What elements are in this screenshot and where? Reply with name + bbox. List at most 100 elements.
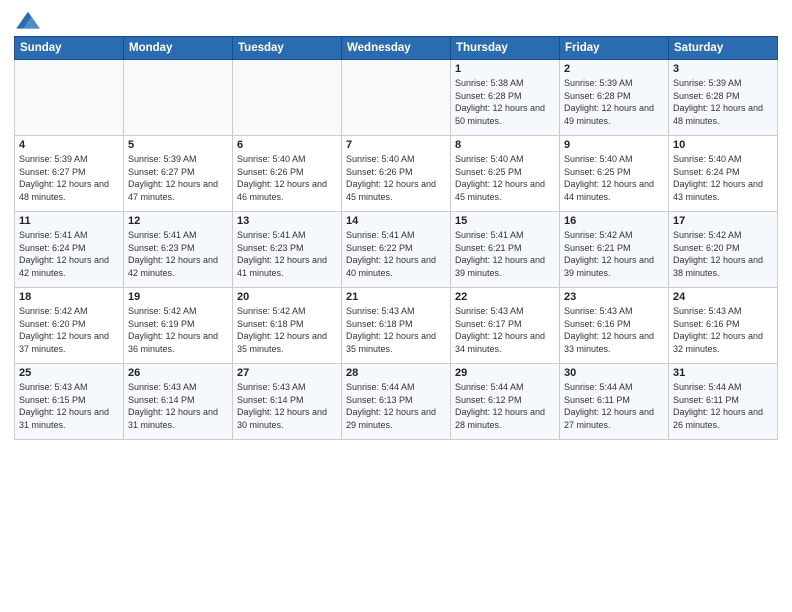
- day-number: 6: [237, 139, 337, 151]
- cell-daylight-info: Sunrise: 5:41 AM Sunset: 6:22 PM Dayligh…: [346, 229, 446, 279]
- cell-daylight-info: Sunrise: 5:38 AM Sunset: 6:28 PM Dayligh…: [455, 77, 555, 127]
- cell-daylight-info: Sunrise: 5:41 AM Sunset: 6:23 PM Dayligh…: [237, 229, 337, 279]
- calendar-cell: 27 Sunrise: 5:43 AM Sunset: 6:14 PM Dayli…: [233, 364, 342, 440]
- cell-daylight-info: Sunrise: 5:44 AM Sunset: 6:13 PM Dayligh…: [346, 381, 446, 431]
- weekday-header-wednesday: Wednesday: [342, 37, 451, 60]
- day-number: 30: [564, 367, 664, 379]
- calendar-cell: 22Sunrise: 5:43 AM Sunset: 6:17 PM Dayli…: [451, 288, 560, 364]
- calendar-cell: 18 Sunrise: 5:42 AM Sunset: 6:20 PM Dayli…: [15, 288, 124, 364]
- weekday-header-monday: Monday: [124, 37, 233, 60]
- day-number: 14: [346, 215, 446, 227]
- cell-daylight-info: Sunrise: 5:42 AM Sunset: 6:20 PM Dayligh…: [19, 305, 119, 355]
- day-number: 3: [673, 63, 773, 75]
- day-number: 9: [564, 139, 664, 151]
- day-number: 13: [237, 215, 337, 227]
- cell-daylight-info: Sunrise: 5:40 AM Sunset: 6:26 PM Dayligh…: [346, 153, 446, 203]
- calendar-cell: 2 Sunrise: 5:39 AM Sunset: 6:28 PM Daylig…: [560, 60, 669, 136]
- cell-daylight-info: Sunrise: 5:39 AM Sunset: 6:27 PM Dayligh…: [19, 153, 119, 203]
- calendar-cell: [342, 60, 451, 136]
- day-number: 31: [673, 367, 773, 379]
- calendar-cell: 13 Sunrise: 5:41 AM Sunset: 6:23 PM Dayli…: [233, 212, 342, 288]
- calendar-cell: 21Sunrise: 5:43 AM Sunset: 6:18 PM Dayli…: [342, 288, 451, 364]
- day-number: 5: [128, 139, 228, 151]
- cell-daylight-info: Sunrise: 5:42 AM Sunset: 6:19 PM Dayligh…: [128, 305, 228, 355]
- calendar-cell: 28 Sunrise: 5:44 AM Sunset: 6:13 PM Dayli…: [342, 364, 451, 440]
- calendar-cell: 1 Sunrise: 5:38 AM Sunset: 6:28 PM Daylig…: [451, 60, 560, 136]
- day-number: 10: [673, 139, 773, 151]
- calendar-cell: 31Sunrise: 5:44 AM Sunset: 6:11 PM Dayli…: [669, 364, 778, 440]
- cell-daylight-info: Sunrise: 5:40 AM Sunset: 6:25 PM Dayligh…: [455, 153, 555, 203]
- day-number: 2: [564, 63, 664, 75]
- day-number: 19: [128, 291, 228, 303]
- cell-daylight-info: Sunrise: 5:39 AM Sunset: 6:28 PM Dayligh…: [564, 77, 664, 127]
- day-number: 11: [19, 215, 119, 227]
- calendar-cell: 30 Sunrise: 5:44 AM Sunset: 6:11 PM Dayli…: [560, 364, 669, 440]
- calendar-body: 1 Sunrise: 5:38 AM Sunset: 6:28 PM Daylig…: [15, 60, 778, 440]
- cell-daylight-info: Sunrise: 5:42 AM Sunset: 6:18 PM Dayligh…: [237, 305, 337, 355]
- cell-daylight-info: Sunrise: 5:43 AM Sunset: 6:14 PM Dayligh…: [237, 381, 337, 431]
- calendar-week-row: 11 Sunrise: 5:41 AM Sunset: 6:24 PM Dayli…: [15, 212, 778, 288]
- day-number: 18: [19, 291, 119, 303]
- day-number: 23: [564, 291, 664, 303]
- cell-daylight-info: Sunrise: 5:41 AM Sunset: 6:24 PM Dayligh…: [19, 229, 119, 279]
- weekday-header-thursday: Thursday: [451, 37, 560, 60]
- day-number: 26: [128, 367, 228, 379]
- logo: [14, 10, 46, 32]
- calendar-cell: 29 Sunrise: 5:44 AM Sunset: 6:12 PM Dayli…: [451, 364, 560, 440]
- calendar-week-row: 1 Sunrise: 5:38 AM Sunset: 6:28 PM Daylig…: [15, 60, 778, 136]
- calendar-cell: 15Sunrise: 5:41 AM Sunset: 6:21 PM Dayli…: [451, 212, 560, 288]
- day-number: 27: [237, 367, 337, 379]
- day-number: 17: [673, 215, 773, 227]
- day-number: 1: [455, 63, 555, 75]
- weekday-header-tuesday: Tuesday: [233, 37, 342, 60]
- calendar-cell: [15, 60, 124, 136]
- calendar-cell: 20 Sunrise: 5:42 AM Sunset: 6:18 PM Dayli…: [233, 288, 342, 364]
- cell-daylight-info: Sunrise: 5:43 AM Sunset: 6:15 PM Dayligh…: [19, 381, 119, 431]
- day-number: 12: [128, 215, 228, 227]
- calendar-cell: 24 Sunrise: 5:43 AM Sunset: 6:16 PM Dayli…: [669, 288, 778, 364]
- weekday-header-row: SundayMondayTuesdayWednesdayThursdayFrid…: [15, 37, 778, 60]
- calendar-cell: 16 Sunrise: 5:42 AM Sunset: 6:21 PM Dayli…: [560, 212, 669, 288]
- calendar-cell: 25 Sunrise: 5:43 AM Sunset: 6:15 PM Dayli…: [15, 364, 124, 440]
- day-number: 7: [346, 139, 446, 151]
- weekday-header-sunday: Sunday: [15, 37, 124, 60]
- calendar-cell: 9 Sunrise: 5:40 AM Sunset: 6:25 PM Daylig…: [560, 136, 669, 212]
- cell-daylight-info: Sunrise: 5:44 AM Sunset: 6:12 PM Dayligh…: [455, 381, 555, 431]
- calendar-cell: 7 Sunrise: 5:40 AM Sunset: 6:26 PM Daylig…: [342, 136, 451, 212]
- cell-daylight-info: Sunrise: 5:39 AM Sunset: 6:27 PM Dayligh…: [128, 153, 228, 203]
- day-number: 25: [19, 367, 119, 379]
- calendar-week-row: 25 Sunrise: 5:43 AM Sunset: 6:15 PM Dayli…: [15, 364, 778, 440]
- calendar-header: SundayMondayTuesdayWednesdayThursdayFrid…: [15, 37, 778, 60]
- calendar-cell: 23Sunrise: 5:43 AM Sunset: 6:16 PM Dayli…: [560, 288, 669, 364]
- calendar-week-row: 4Sunrise: 5:39 AM Sunset: 6:27 PM Daylig…: [15, 136, 778, 212]
- day-number: 21: [346, 291, 446, 303]
- calendar-cell: 19 Sunrise: 5:42 AM Sunset: 6:19 PM Dayli…: [124, 288, 233, 364]
- calendar-cell: 10 Sunrise: 5:40 AM Sunset: 6:24 PM Dayli…: [669, 136, 778, 212]
- cell-daylight-info: Sunrise: 5:44 AM Sunset: 6:11 PM Dayligh…: [564, 381, 664, 431]
- cell-daylight-info: Sunrise: 5:40 AM Sunset: 6:25 PM Dayligh…: [564, 153, 664, 203]
- calendar-cell: 6 Sunrise: 5:40 AM Sunset: 6:26 PM Daylig…: [233, 136, 342, 212]
- calendar-cell: 11 Sunrise: 5:41 AM Sunset: 6:24 PM Dayli…: [15, 212, 124, 288]
- cell-daylight-info: Sunrise: 5:41 AM Sunset: 6:23 PM Dayligh…: [128, 229, 228, 279]
- cell-daylight-info: Sunrise: 5:40 AM Sunset: 6:24 PM Dayligh…: [673, 153, 773, 203]
- calendar-cell: 17 Sunrise: 5:42 AM Sunset: 6:20 PM Dayli…: [669, 212, 778, 288]
- cell-daylight-info: Sunrise: 5:43 AM Sunset: 6:14 PM Dayligh…: [128, 381, 228, 431]
- day-number: 8: [455, 139, 555, 151]
- cell-daylight-info: Sunrise: 5:40 AM Sunset: 6:26 PM Dayligh…: [237, 153, 337, 203]
- day-number: 16: [564, 215, 664, 227]
- cell-daylight-info: Sunrise: 5:43 AM Sunset: 6:16 PM Dayligh…: [673, 305, 773, 355]
- logo-icon: [14, 10, 42, 32]
- cell-daylight-info: Sunrise: 5:42 AM Sunset: 6:21 PM Dayligh…: [564, 229, 664, 279]
- calendar-week-row: 18 Sunrise: 5:42 AM Sunset: 6:20 PM Dayli…: [15, 288, 778, 364]
- day-number: 20: [237, 291, 337, 303]
- page-header: [14, 10, 778, 32]
- page-container: SundayMondayTuesdayWednesdayThursdayFrid…: [0, 0, 792, 446]
- day-number: 24: [673, 291, 773, 303]
- day-number: 29: [455, 367, 555, 379]
- cell-daylight-info: Sunrise: 5:43 AM Sunset: 6:17 PM Dayligh…: [455, 305, 555, 355]
- cell-daylight-info: Sunrise: 5:39 AM Sunset: 6:28 PM Dayligh…: [673, 77, 773, 127]
- day-number: 28: [346, 367, 446, 379]
- cell-daylight-info: Sunrise: 5:42 AM Sunset: 6:20 PM Dayligh…: [673, 229, 773, 279]
- calendar-table: SundayMondayTuesdayWednesdayThursdayFrid…: [14, 36, 778, 440]
- weekday-header-saturday: Saturday: [669, 37, 778, 60]
